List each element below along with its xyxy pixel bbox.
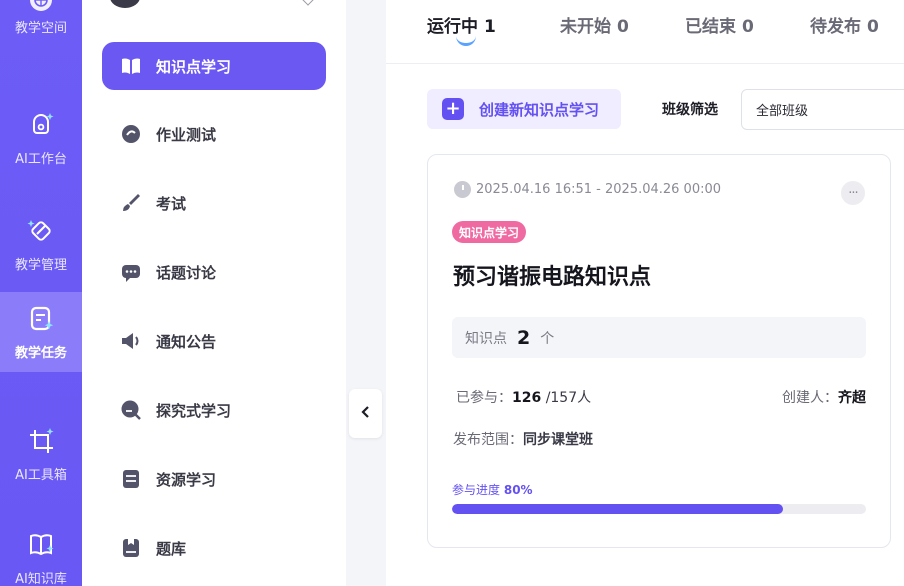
tab-pending-publish[interactable]: 待发布 0 xyxy=(810,12,879,37)
scope-label: 发布范围： xyxy=(453,432,523,448)
active-tab-indicator xyxy=(456,36,476,46)
collapse-sidebar-button[interactable] xyxy=(349,389,382,438)
creator-label: 创建人： xyxy=(782,390,838,406)
menu-item-label: 通知公告 xyxy=(156,332,217,351)
create-button-label: 创建新知识点学习 xyxy=(479,100,600,119)
participated-count: 126 xyxy=(512,390,542,406)
participated-total: /157人 xyxy=(545,390,592,406)
avatar[interactable] xyxy=(110,0,140,8)
menu-item-announcements[interactable]: 通知公告 xyxy=(102,317,326,365)
progress-percent: 80% xyxy=(503,483,533,497)
question-bank-icon xyxy=(120,537,142,559)
tab-running[interactable]: 运行中 1 xyxy=(427,12,496,37)
menu-item-label: 资源学习 xyxy=(156,470,217,489)
kp-label: 知识点 xyxy=(465,330,507,347)
clock-icon xyxy=(454,181,471,198)
page: 教学空间 AI工作台 教学管理 教学任务 AI工具箱 AI知识库 知识点学习 作… xyxy=(0,0,904,586)
progress-label: 参与进度 80% xyxy=(452,481,533,498)
menu-item-inquiry-learning[interactable]: 探究式学习 xyxy=(102,386,326,434)
tab-label: 待发布 xyxy=(810,17,861,37)
menu-item-label: 探究式学习 xyxy=(156,401,232,420)
main-content: 运行中 1 未开始 0 已结束 0 待发布 0 + 创建新知识点学习 班级筛选 全部班级… xyxy=(386,0,904,586)
progress-bar xyxy=(452,504,866,514)
scope-value: 同步课堂班 xyxy=(523,432,593,448)
tab-label: 已结束 xyxy=(685,17,736,37)
rail-item-label: 教学任务 xyxy=(14,345,67,361)
progress-label-text: 参与进度 xyxy=(452,483,501,497)
task-title[interactable]: 预习谐振电路知识点 xyxy=(453,259,651,291)
class-filter-select[interactable]: 全部班级 xyxy=(741,89,904,130)
tab-count: 0 xyxy=(617,17,629,37)
resource-icon xyxy=(120,468,142,490)
rail-item-ai-knowledge-base[interactable]: AI知识库 xyxy=(0,518,82,586)
creator-name: 齐超 xyxy=(838,390,866,406)
task-card[interactable]: 2025.04.16 16:51 - 2025.04.26 00:00 ··· … xyxy=(427,154,891,548)
tab-count: 0 xyxy=(867,17,879,37)
secondary-menu: 知识点学习 作业测试 考试 话题讨论 通知公告 探究式学习 资源学习 题库 xyxy=(82,0,346,586)
participation: 已参与：126 /157人 xyxy=(456,387,591,407)
rail-item-label: AI工具箱 xyxy=(15,467,67,483)
progress-bar-fill xyxy=(452,504,784,514)
creator: 创建人：齐超 xyxy=(782,387,866,407)
kp-count: 2 xyxy=(517,326,531,349)
rail-item-teaching-tasks[interactable]: 教学任务 xyxy=(0,292,82,372)
rail-item-ai-workbench[interactable]: AI工作台 xyxy=(0,98,82,178)
plus-icon: + xyxy=(442,98,464,120)
menu-item-label: 知识点学习 xyxy=(156,57,232,76)
publish-scope: 发布范围：同步课堂班 xyxy=(453,429,593,449)
menu-item-topic-discussion[interactable]: 话题讨论 xyxy=(102,248,326,296)
tab-not-started[interactable]: 未开始 0 xyxy=(560,12,629,37)
menu-item-label: 考试 xyxy=(156,194,187,213)
chevron-down-icon[interactable] xyxy=(302,0,314,6)
menu-item-homework-test[interactable]: 作业测试 xyxy=(102,110,326,158)
task-icon xyxy=(26,304,56,334)
menu-item-label: 题库 xyxy=(156,539,187,558)
rail-item-label: 教学空间 xyxy=(14,20,67,36)
crop-tool-icon xyxy=(26,426,56,456)
menu-item-label: 作业测试 xyxy=(156,125,217,144)
status-tabs: 运行中 1 未开始 0 已结束 0 待发布 0 xyxy=(386,0,904,64)
menu-item-label: 话题讨论 xyxy=(156,263,217,282)
brush-icon xyxy=(120,192,142,214)
participated-label: 已参与： xyxy=(456,390,512,406)
class-filter-label: 班级筛选 xyxy=(662,102,718,118)
knowledge-book-icon xyxy=(26,530,56,560)
primary-nav-rail: 教学空间 AI工作台 教学管理 教学任务 AI工具箱 AI知识库 xyxy=(0,0,82,586)
rail-item-label: AI工作台 xyxy=(15,151,67,167)
chat-icon xyxy=(120,261,142,283)
menu-item-exam[interactable]: 考试 xyxy=(102,179,326,227)
homework-icon xyxy=(120,123,142,145)
tab-count: 0 xyxy=(742,17,754,37)
tab-label: 运行中 xyxy=(427,17,478,37)
chevron-left-icon xyxy=(360,404,372,423)
menu-item-question-bank[interactable]: 题库 xyxy=(102,524,326,572)
ai-workbench-icon xyxy=(26,110,56,140)
knowledge-point-count: 知识点 2 个 xyxy=(452,317,866,358)
menu-item-resource-learning[interactable]: 资源学习 xyxy=(102,455,326,503)
tab-count: 1 xyxy=(484,17,496,37)
management-icon xyxy=(26,216,56,246)
more-options-button[interactable]: ··· xyxy=(841,181,865,205)
kp-unit: 个 xyxy=(540,330,555,347)
tab-label: 未开始 xyxy=(560,17,611,37)
menu-item-knowledge-learning[interactable]: 知识点学习 xyxy=(102,42,326,90)
explore-icon xyxy=(120,399,142,421)
globe-icon xyxy=(28,0,54,13)
book-icon xyxy=(120,55,142,77)
time-range-text: 2025.04.16 16:51 - 2025.04.26 00:00 xyxy=(476,182,722,197)
rail-item-label: AI知识库 xyxy=(15,571,67,586)
tab-ended[interactable]: 已结束 0 xyxy=(685,12,754,37)
rail-item-teaching-space[interactable]: 教学空间 xyxy=(0,0,82,44)
rail-item-teaching-management[interactable]: 教学管理 xyxy=(0,204,82,284)
megaphone-icon xyxy=(120,330,142,352)
task-type-tag: 知识点学习 xyxy=(452,221,527,243)
rail-item-label: 教学管理 xyxy=(14,257,67,273)
task-time-range: 2025.04.16 16:51 - 2025.04.26 00:00 xyxy=(454,181,721,198)
create-knowledge-learning-button[interactable]: + 创建新知识点学习 xyxy=(427,89,621,129)
rail-item-ai-toolbox[interactable]: AI工具箱 xyxy=(0,414,82,494)
